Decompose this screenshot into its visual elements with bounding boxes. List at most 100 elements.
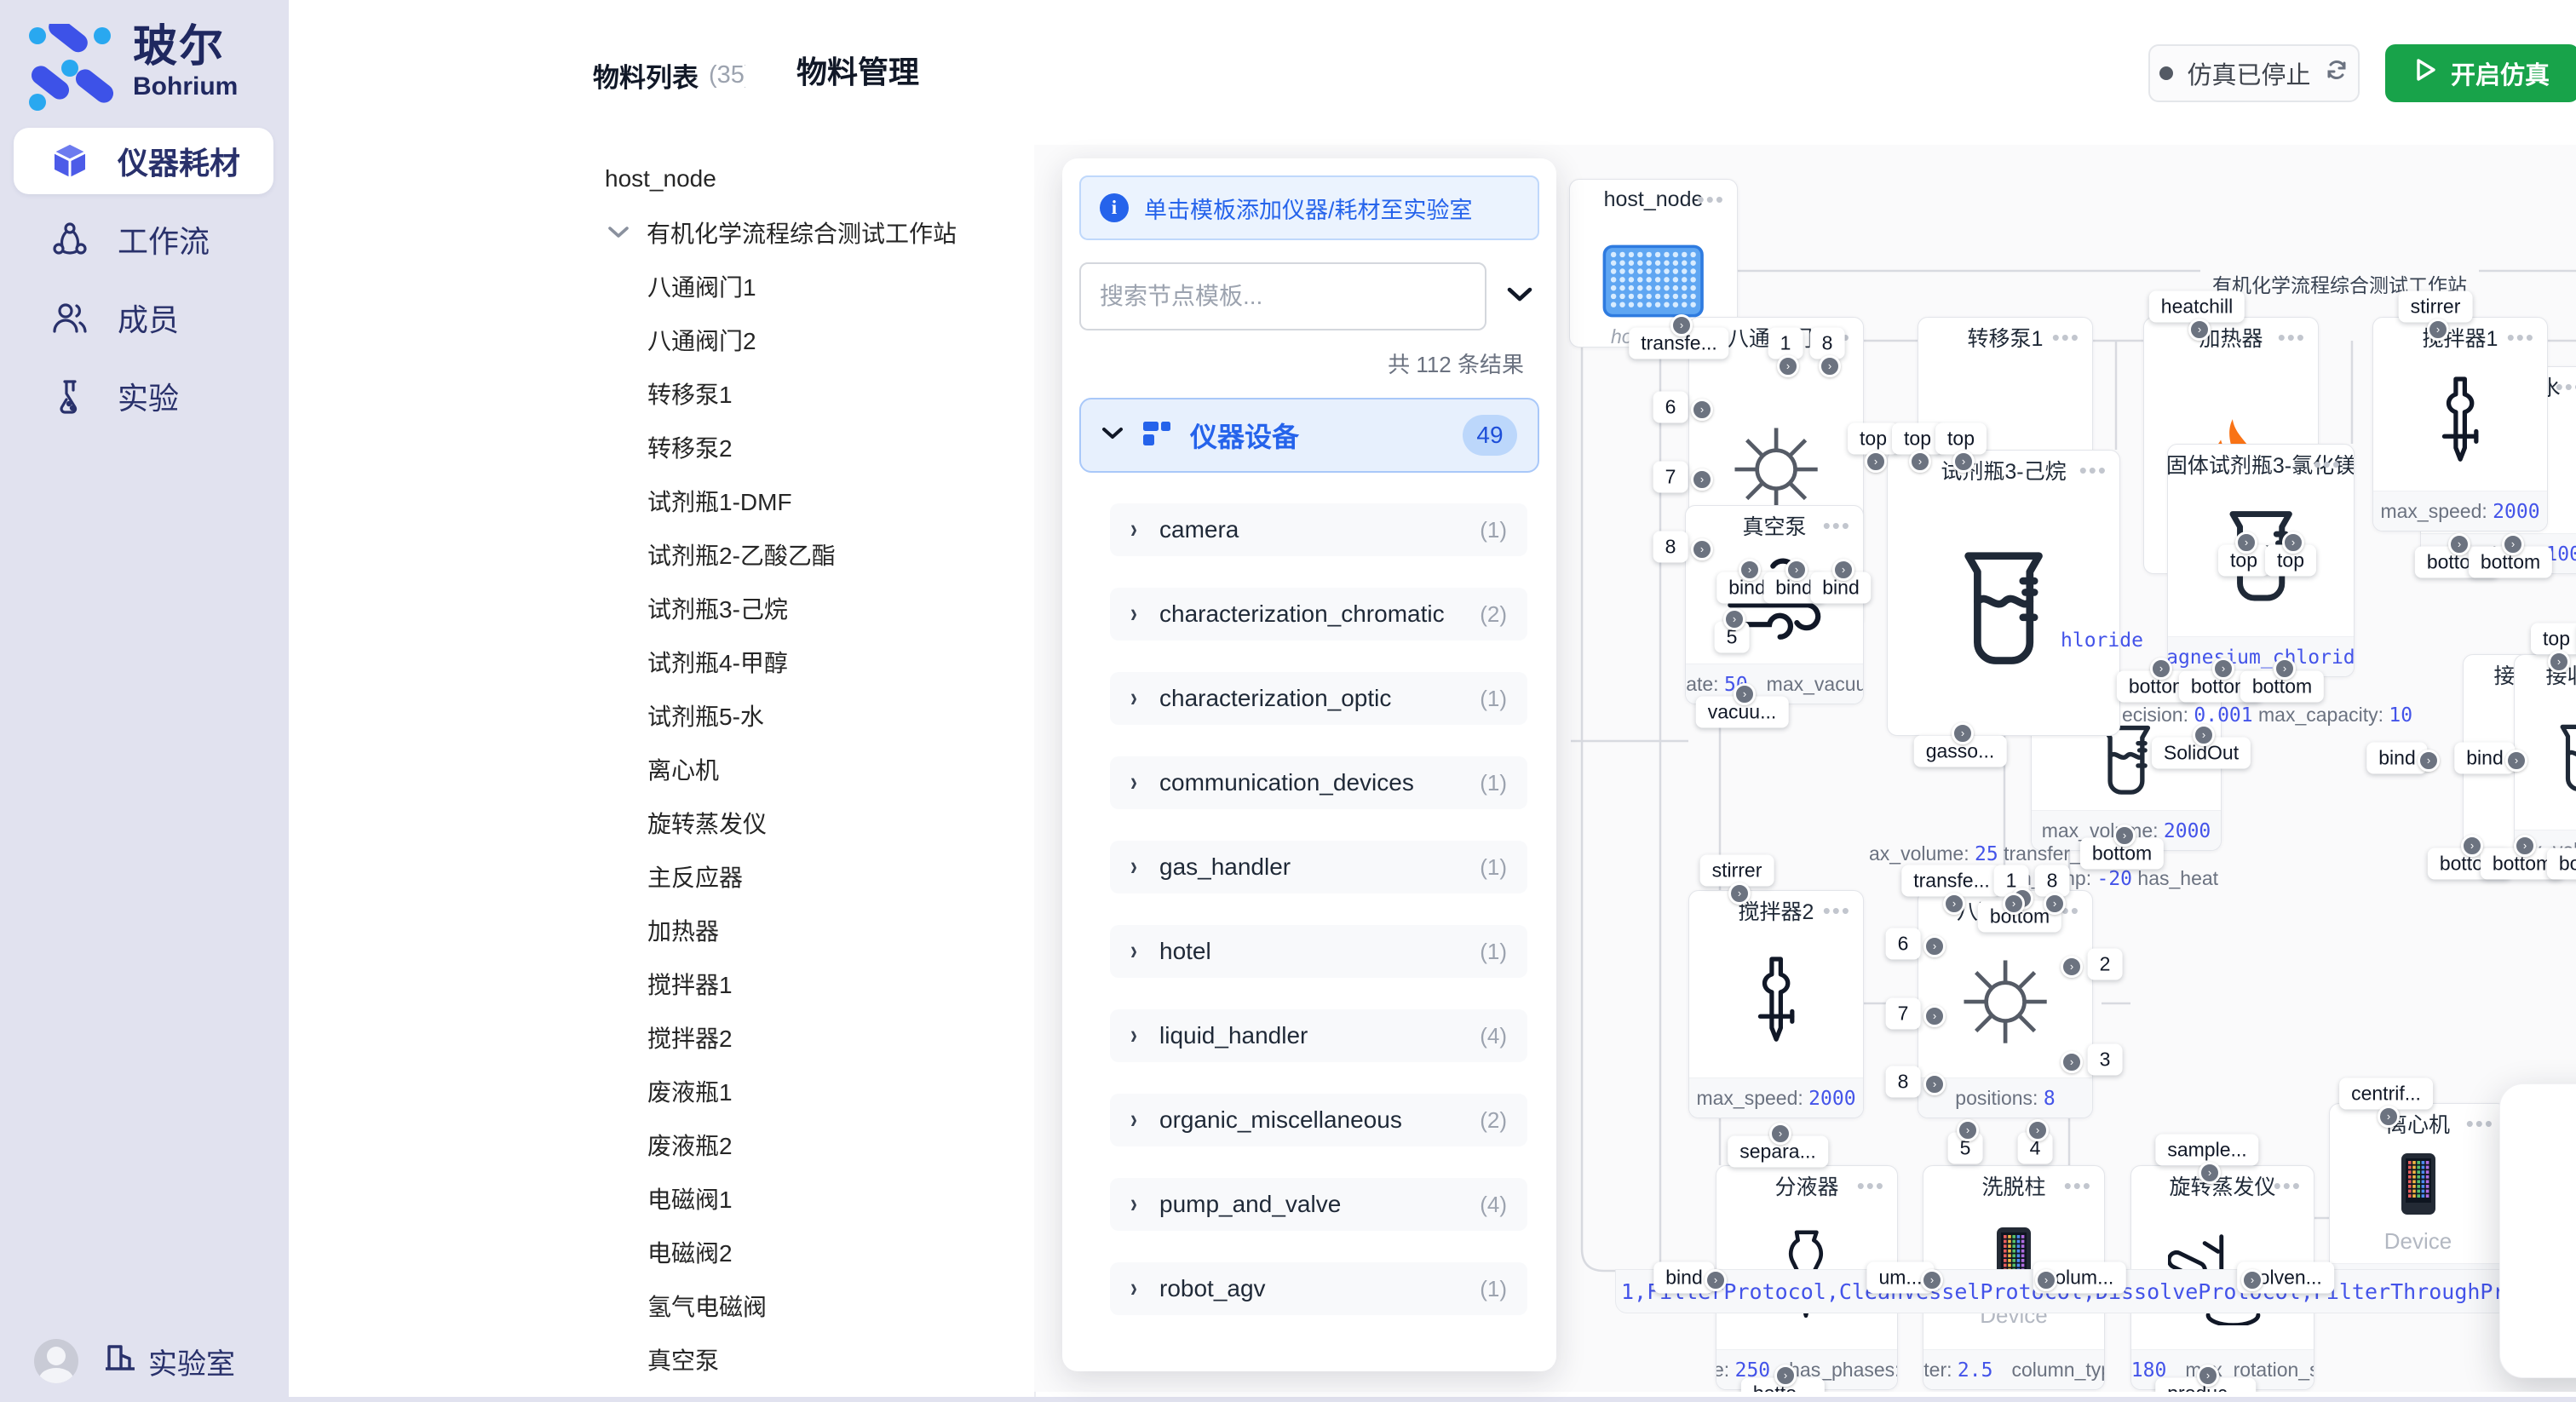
start-simulation-button[interactable]: 开启仿真: [2385, 44, 2576, 102]
port-connector-dot[interactable]: ›: [1691, 538, 1713, 560]
tree-item-0[interactable]: 八通阀门1: [576, 259, 1034, 313]
node-menu-icon[interactable]: •••: [1823, 891, 1851, 930]
node-menu-icon[interactable]: •••: [2052, 318, 2080, 357]
port-connector-dot[interactable]: ›: [1691, 468, 1713, 491]
node-menu-icon[interactable]: •••: [1857, 1166, 1885, 1205]
port-chip-1[interactable]: 1: [1768, 328, 1803, 359]
port-connector-dot[interactable]: ›: [2188, 319, 2211, 341]
port-connector-dot[interactable]: ›: [1909, 451, 1931, 473]
port-connector-dot[interactable]: ›: [1923, 935, 1946, 957]
tree-item-11[interactable]: 主反应器: [576, 849, 1034, 903]
port-chip-sample[interactable]: sample...: [2155, 1135, 2258, 1166]
port-connector-dot[interactable]: ›: [1921, 1269, 1943, 1291]
node-stirrer-2[interactable]: 搅拌器2•••max_speed: 2000: [1688, 890, 1864, 1118]
tree-item-17[interactable]: 电磁阀1: [576, 1171, 1034, 1225]
node-menu-icon[interactable]: •••: [1823, 506, 1851, 545]
tree-item-2[interactable]: 转移泵1: [576, 366, 1034, 420]
port-connector-dot[interactable]: ›: [2235, 531, 2257, 554]
port-connector-dot[interactable]: ›: [2448, 533, 2470, 555]
port-chip-top[interactable]: top: [1935, 423, 1987, 455]
template-category-hotel[interactable]: ›hotel(1): [1110, 925, 1527, 978]
port-chip-centrif[interactable]: centrif...: [2339, 1078, 2433, 1110]
tree-item-20[interactable]: 真空泵: [576, 1332, 1034, 1386]
tree-item-19[interactable]: 氢气电磁阀: [576, 1278, 1034, 1332]
port-chip-heatchill[interactable]: heatchill: [2149, 291, 2245, 323]
node-menu-icon[interactable]: •••: [1697, 180, 1725, 219]
node-menu-icon[interactable]: •••: [2274, 1166, 2302, 1205]
port-chip-7[interactable]: 7: [1886, 998, 1921, 1030]
node-stirrer-1[interactable]: 搅拌器1•••max_speed: 2000: [2372, 317, 2548, 531]
tree-item-15[interactable]: 废液瓶1: [576, 1064, 1034, 1118]
port-connector-dot[interactable]: ›: [2427, 319, 2449, 341]
tree-item-13[interactable]: 搅拌器1: [576, 957, 1034, 1010]
node-menu-icon[interactable]: •••: [2556, 367, 2576, 406]
tree-item-root[interactable]: host_node: [576, 152, 1034, 205]
port-connector-dot[interactable]: ›: [1923, 1073, 1946, 1095]
port-chip-8[interactable]: 8: [1653, 531, 1688, 563]
port-connector-dot[interactable]: ›: [1728, 882, 1751, 905]
port-connector-dot[interactable]: ›: [1705, 1269, 1727, 1291]
port-connector-dot[interactable]: ›: [2241, 1269, 2263, 1291]
port-chip-7[interactable]: 7: [1653, 462, 1688, 493]
node-menu-icon[interactable]: •••: [2278, 318, 2306, 357]
sidebar-item-lab[interactable]: 实验室: [104, 1341, 235, 1382]
tree-item-16[interactable]: 废液瓶2: [576, 1118, 1034, 1171]
port-chip-bottom[interactable]: bottom: [2547, 848, 2576, 880]
port-connector-dot[interactable]: ›: [2378, 1106, 2400, 1128]
node-menu-icon[interactable]: •••: [2507, 318, 2535, 357]
template-category-characterization_optic[interactable]: ›characterization_optic(1): [1110, 672, 1527, 725]
node-vacuum-pump[interactable]: 真空泵•••pump_rate: 50max_vacuum: 0.1: [1685, 505, 1864, 704]
port-connector-dot[interactable]: ›: [1952, 451, 1975, 473]
port-connector-dot[interactable]: ›: [2505, 750, 2527, 772]
node-menu-icon[interactable]: •••: [2314, 445, 2342, 484]
tree-item-5[interactable]: 试剂瓶2-乙酸乙酯: [576, 527, 1034, 581]
sidebar-item-1[interactable]: 工作流: [14, 206, 273, 273]
port-connector-dot[interactable]: ›: [1723, 608, 1745, 630]
tree-item-8[interactable]: 试剂瓶5-水: [576, 688, 1034, 742]
port-connector-dot[interactable]: ›: [1734, 683, 1756, 705]
port-connector-dot[interactable]: ›: [2061, 956, 2083, 978]
refresh-icon[interactable]: [2325, 58, 2349, 89]
node-bottle-3[interactable]: 试剂瓶3-己烷•••: [1887, 450, 2120, 736]
port-connector-dot[interactable]: ›: [2113, 825, 2136, 847]
template-category-liquid_handler[interactable]: ›liquid_handler(4): [1110, 1009, 1527, 1062]
chevron-down-icon[interactable]: [607, 225, 630, 240]
tree-item-12[interactable]: 加热器: [576, 903, 1034, 957]
port-chip-6[interactable]: 6: [1653, 392, 1688, 423]
template-category-characterization_chromatic[interactable]: ›characterization_chromatic(2): [1110, 588, 1527, 641]
tree-item-18[interactable]: 电磁阀2: [576, 1225, 1034, 1278]
chevron-down-icon[interactable]: [1505, 284, 1534, 309]
port-connector-dot[interactable]: ›: [2003, 893, 2025, 915]
node-menu-icon[interactable]: •••: [2466, 1104, 2494, 1143]
template-category-organic_miscellaneous[interactable]: ›organic_miscellaneous(2): [1110, 1094, 1527, 1146]
port-connector-dot[interactable]: ›: [1774, 1365, 1797, 1387]
port-connector-dot[interactable]: ›: [1865, 451, 1887, 473]
port-connector-dot[interactable]: ›: [2044, 893, 2066, 915]
avatar[interactable]: [34, 1339, 78, 1383]
port-connector-dot[interactable]: ›: [1785, 559, 1808, 581]
tree-item-3[interactable]: 转移泵2: [576, 420, 1034, 474]
tree-item-9[interactable]: 离心机: [576, 742, 1034, 796]
port-chip-8[interactable]: 8: [2035, 865, 2070, 897]
port-connector-dot[interactable]: ›: [2193, 724, 2215, 746]
sidebar-item-0[interactable]: 仪器耗材: [14, 128, 273, 194]
port-connector-dot[interactable]: ›: [2150, 658, 2172, 680]
template-category-camera[interactable]: ›camera(1): [1110, 503, 1527, 556]
port-connector-dot[interactable]: ›: [1923, 1005, 1946, 1027]
tree-item-4[interactable]: 试剂瓶1-DMF: [576, 474, 1034, 527]
port-chip-stirrer[interactable]: stirrer: [2399, 291, 2473, 323]
category-instruments[interactable]: 仪器设备 49: [1079, 398, 1539, 473]
port-connector-dot[interactable]: ›: [1957, 1119, 1979, 1141]
tree-item-10[interactable]: 旋转蒸发仪: [576, 796, 1034, 849]
simulation-status-badge[interactable]: 仿真已停止: [2148, 44, 2360, 102]
port-connector-dot[interactable]: ›: [1819, 355, 1841, 377]
tree-item-6[interactable]: 试剂瓶3-己烷: [576, 581, 1034, 635]
search-template-input[interactable]: [1079, 262, 1486, 330]
template-category-gas_handler[interactable]: ›gas_handler(1): [1110, 841, 1527, 893]
port-connector-dot[interactable]: ›: [2548, 651, 2570, 673]
port-connector-dot[interactable]: ›: [2035, 1269, 2057, 1291]
port-chip-2[interactable]: 2: [2088, 949, 2123, 980]
port-connector-dot[interactable]: ›: [1952, 722, 1974, 744]
port-connector-dot[interactable]: ›: [1943, 893, 1965, 915]
port-chip-stirrer[interactable]: stirrer: [1700, 855, 1774, 887]
